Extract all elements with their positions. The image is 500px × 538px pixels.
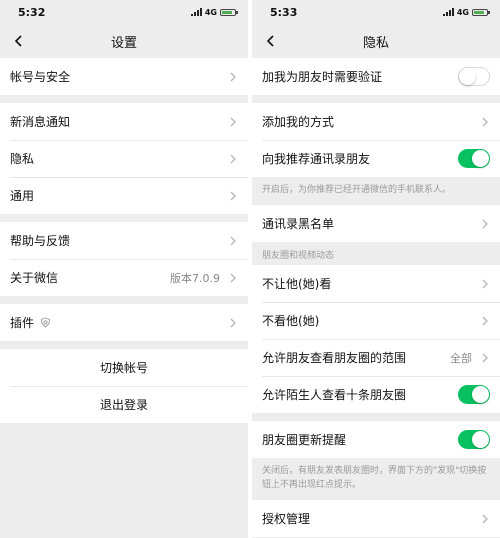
navbar: 设置	[0, 24, 248, 58]
status-time: 5:32	[18, 5, 46, 19]
privacy-group-verify: 加我为朋友时需要验证	[252, 58, 500, 95]
privacy-group-auth: 授权管理	[252, 500, 500, 537]
chevron-right-icon	[480, 514, 490, 524]
moments-section-title: 朋友圈和视频动态	[262, 251, 335, 261]
logout-button[interactable]: 退出登录	[0, 386, 248, 423]
network-label: 4G	[456, 7, 469, 17]
cell-privacy[interactable]: 隐私	[0, 140, 248, 177]
navbar: 隐私	[252, 24, 500, 58]
chevron-right-icon	[228, 117, 238, 127]
settings-screen: 5:32 4G 设置 帐号与安全 新消息通知 隐私 通用 帮助与反馈 关于微信 …	[0, 0, 248, 538]
status-time: 5:33	[270, 5, 298, 19]
privacy-group-moments: 不让他(她)看 不看他(她) 允许朋友查看朋友圈的范围 全部 允许陌生人查看十条…	[252, 265, 500, 413]
cell-moments-remind: 朋友圈更新提醒	[252, 421, 500, 458]
chevron-right-icon	[228, 154, 238, 164]
cell-verify-friend: 加我为朋友时需要验证	[252, 58, 500, 95]
signal-icon	[442, 8, 454, 16]
cell-blacklist[interactable]: 通讯录黑名单	[252, 205, 500, 242]
cell-recommend-contacts: 向我推荐通讯录朋友	[252, 140, 500, 177]
settings-group-plugin: 插件	[0, 304, 248, 341]
chevron-right-icon	[480, 219, 490, 229]
chevron-right-icon	[228, 318, 238, 328]
chevron-right-icon	[228, 191, 238, 201]
remind-note: 关闭后，有朋友发表朋友圈时，界面下方的"发现"切换按钮上不再出现红点提示。	[262, 466, 487, 490]
recommend-contacts-toggle[interactable]	[458, 149, 490, 168]
settings-group-general: 新消息通知 隐私 通用	[0, 103, 248, 214]
cell-plugins[interactable]: 插件	[0, 304, 248, 341]
account-actions: 切换帐号 退出登录	[0, 349, 248, 423]
chevron-right-icon	[480, 316, 490, 326]
battery-icon	[220, 8, 238, 16]
version-value: 版本7.0.9	[170, 271, 220, 285]
cell-moments-range[interactable]: 允许朋友查看朋友圈的范围 全部	[252, 339, 500, 376]
page-title: 设置	[110, 35, 137, 51]
status-bar: 5:33 4G	[252, 0, 500, 24]
moments-remind-toggle[interactable]	[458, 430, 490, 449]
chevron-right-icon	[228, 72, 238, 82]
status-bar: 5:32 4G	[0, 0, 248, 24]
cell-new-message-notify[interactable]: 新消息通知	[0, 103, 248, 140]
recommend-note: 开启后，为你推荐已经开通微信的手机联系人。	[262, 185, 452, 195]
cell-account-security[interactable]: 帐号与安全	[0, 58, 248, 95]
moments-range-value: 全部	[450, 351, 472, 365]
back-arrow-icon[interactable]	[8, 31, 28, 51]
privacy-group-add: 添加我的方式 向我推荐通讯录朋友	[252, 103, 500, 177]
cell-dont-see[interactable]: 不看他(她)	[252, 302, 500, 339]
cell-auth-manage[interactable]: 授权管理	[252, 500, 500, 537]
cell-general[interactable]: 通用	[0, 177, 248, 214]
cell-stranger-ten: 允许陌生人查看十条朋友圈	[252, 376, 500, 413]
signal-icon	[190, 8, 202, 16]
battery-icon	[472, 8, 490, 16]
cell-help-feedback[interactable]: 帮助与反馈	[0, 222, 248, 259]
chevron-right-icon	[480, 117, 490, 127]
plugin-icon	[40, 317, 51, 328]
privacy-screen: 5:33 4G 隐私 加我为朋友时需要验证 添加我的方式 向我推荐通讯录朋友 开…	[252, 0, 500, 538]
back-arrow-icon[interactable]	[260, 31, 280, 51]
page-title: 隐私	[362, 35, 389, 51]
network-label: 4G	[204, 7, 217, 17]
chevron-right-icon	[228, 236, 238, 246]
settings-group-help: 帮助与反馈 关于微信 版本7.0.9	[0, 222, 248, 296]
chevron-right-icon	[480, 279, 490, 289]
verify-friend-toggle[interactable]	[458, 67, 490, 86]
settings-group-account: 帐号与安全	[0, 58, 248, 95]
switch-account-button[interactable]: 切换帐号	[0, 349, 248, 386]
privacy-group-remind: 朋友圈更新提醒	[252, 421, 500, 458]
privacy-group-blacklist: 通讯录黑名单	[252, 205, 500, 242]
cell-about-wechat[interactable]: 关于微信 版本7.0.9	[0, 259, 248, 296]
cell-add-methods[interactable]: 添加我的方式	[252, 103, 500, 140]
stranger-ten-toggle[interactable]	[458, 385, 490, 404]
chevron-right-icon	[480, 353, 490, 363]
cell-dont-let-see[interactable]: 不让他(她)看	[252, 265, 500, 302]
chevron-right-icon	[228, 273, 238, 283]
